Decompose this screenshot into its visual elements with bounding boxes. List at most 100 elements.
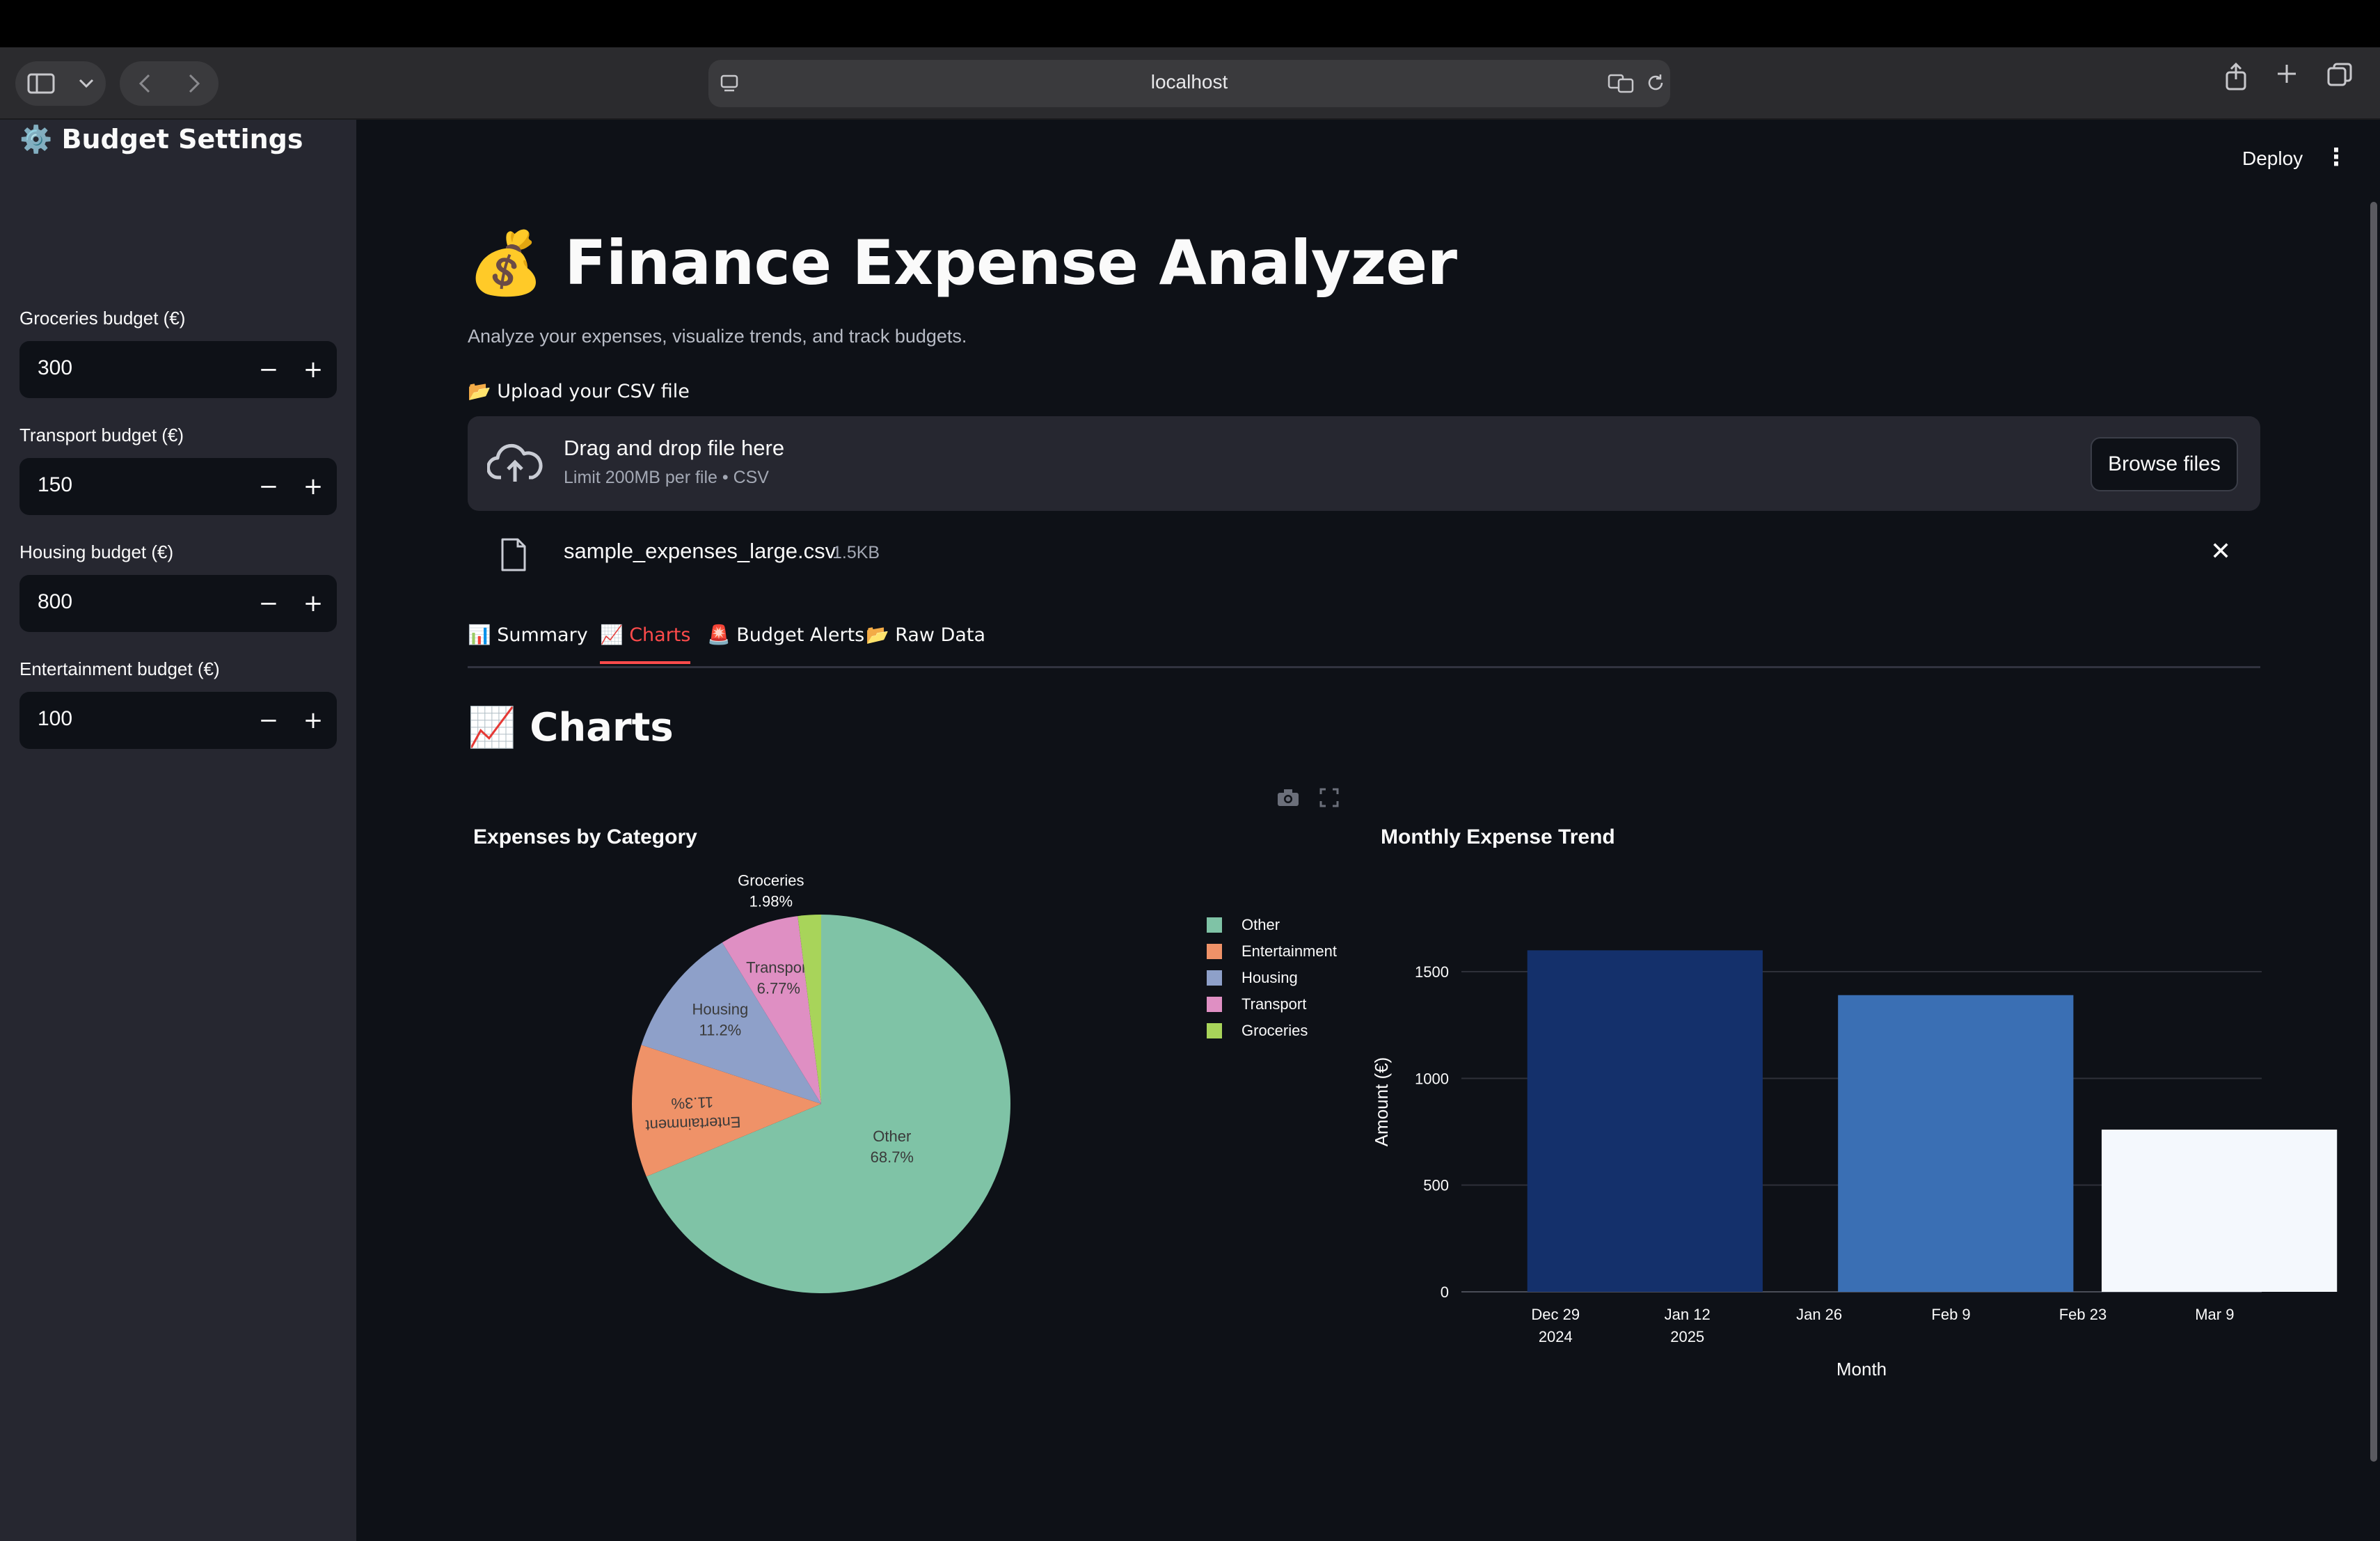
bar-0[interactable] (1527, 950, 1763, 1292)
upload-label: 📂 Upload your CSV file (468, 381, 690, 402)
groceries-budget-label: Groceries budget (€) (19, 308, 186, 329)
fullscreen-icon[interactable] (1319, 787, 1339, 813)
pie-label-percent: 1.98% (749, 893, 793, 910)
housing-increment-button[interactable]: + (294, 585, 333, 622)
transport-budget-value[interactable]: 150 (38, 473, 72, 497)
legend-item-entertainment[interactable]: Entertainment (1241, 942, 1337, 960)
page-subtitle: Analyze your expenses, visualize trends,… (468, 326, 967, 347)
back-icon[interactable] (138, 74, 150, 93)
screen-top-bar (0, 0, 2380, 47)
cloud-upload-icon (487, 443, 543, 482)
entertainment-budget-value[interactable]: 100 (38, 707, 72, 731)
x-tick-year-label: 2025 (1670, 1328, 1704, 1345)
legend-swatch-transport[interactable] (1207, 997, 1222, 1012)
transport-decrement-button[interactable]: − (249, 468, 288, 505)
groceries-budget-input[interactable]: 300 − + (19, 341, 337, 398)
bar-chart: 0 500 1000 1500 Dec 29 2024 Jan 12 2025 Jan 26 Fe… (1371, 950, 2338, 1380)
legend-item-groceries[interactable]: Groceries (1241, 1022, 1308, 1039)
dropzone-instructions: Drag and drop file here (564, 436, 785, 460)
charts-section-title: 📈 Charts (468, 705, 674, 750)
y-tick-label: 1500 (1415, 963, 1449, 981)
dropzone-limit: Limit 200MB per file • CSV (564, 468, 769, 487)
reload-icon[interactable] (1645, 72, 1666, 96)
entertainment-decrement-button[interactable]: − (249, 702, 288, 739)
url-text: localhost (1150, 71, 1228, 93)
sidebar-toggle-icon[interactable] (27, 73, 55, 94)
entertainment-increment-button[interactable]: + (294, 702, 333, 739)
tab-overview-icon[interactable] (2327, 63, 2352, 94)
entertainment-budget-label: Entertainment budget (€) (19, 658, 220, 679)
bar-2[interactable] (2102, 1129, 2338, 1292)
uploaded-file-size: 1.5KB (832, 543, 880, 562)
pie-label-name: Groceries (738, 872, 804, 890)
entertainment-budget-input[interactable]: 100 − + (19, 692, 337, 749)
forward-icon[interactable] (189, 74, 200, 93)
bar-1[interactable] (1838, 995, 2074, 1292)
y-tick-label: 1000 (1415, 1070, 1449, 1087)
camera-icon[interactable] (1276, 787, 1300, 813)
sidebar-title: ⚙️ Budget Settings (19, 124, 303, 155)
legend-item-transport[interactable]: Transport (1241, 995, 1306, 1013)
translate-icon[interactable] (1608, 72, 1635, 96)
x-tick-label: Jan 26 (1796, 1306, 1842, 1323)
groceries-budget-value[interactable]: 300 (38, 356, 72, 380)
legend-swatch-other[interactable] (1207, 917, 1222, 933)
tab-bar: 📊 Summary 📈 Charts 🚨 Budget Alerts 📂 Raw… (468, 621, 2260, 668)
browse-files-button[interactable]: Browse files (2091, 437, 2238, 491)
uploaded-file-name: sample_expenses_large.csv (564, 539, 836, 563)
share-icon[interactable] (2224, 62, 2248, 97)
sidebar-toggle-group[interactable] (15, 61, 106, 106)
pie-label-percent: 68.7% (871, 1148, 914, 1166)
x-tick-year-label: 2024 (1539, 1328, 1573, 1345)
pie-label-percent: 11.3% (671, 1093, 714, 1112)
tab-raw-data[interactable]: 📂 Raw Data (866, 624, 985, 661)
deploy-button[interactable]: Deploy (2242, 148, 2303, 170)
transport-budget-label: Transport budget (€) (19, 425, 184, 445)
pie-label-percent: 6.77% (757, 979, 800, 997)
legend-item-housing[interactable]: Housing (1241, 969, 1298, 986)
page-title: 💰 Finance Expense Analyzer (468, 227, 1457, 299)
housing-budget-label: Housing budget (€) (19, 542, 174, 562)
transport-budget-input[interactable]: 150 − + (19, 458, 337, 515)
new-tab-icon[interactable] (2276, 63, 2298, 91)
pie-label-name: Entertainment (645, 1113, 741, 1134)
pie-label-groceries: Groceries 1.98% (738, 872, 804, 910)
file-icon (501, 538, 526, 571)
file-dropzone[interactable]: Drag and drop file here Limit 200MB per … (468, 416, 2260, 511)
transport-increment-button[interactable]: + (294, 468, 333, 505)
housing-budget-value[interactable]: 800 (38, 590, 72, 614)
x-tick-label: Dec 29 (1531, 1306, 1580, 1323)
pie-label-name: Transport (746, 958, 811, 976)
legend-swatch-groceries[interactable] (1207, 1023, 1222, 1038)
legend-item-other[interactable]: Other (1241, 916, 1280, 933)
pie-label-name: Housing (692, 1000, 749, 1018)
x-axis-label: Month (1836, 1359, 1887, 1380)
pie-label-percent: 11.2% (699, 1021, 742, 1038)
x-tick-label: Jan 12 (1665, 1306, 1711, 1323)
x-tick-label: Mar 9 (2195, 1306, 2234, 1323)
housing-budget-input[interactable]: 800 − + (19, 575, 337, 632)
tab-budget-alerts[interactable]: 🚨 Budget Alerts (707, 624, 864, 661)
legend-swatch-housing[interactable] (1207, 970, 1222, 986)
pie-chart-title: Expenses by Category (473, 825, 697, 848)
address-bar[interactable]: localhost (708, 60, 1670, 107)
sidebar (0, 120, 356, 1541)
tab-charts[interactable]: 📈 Charts (600, 624, 691, 664)
groceries-decrement-button[interactable]: − (249, 351, 288, 388)
x-tick-label: Feb 9 (1931, 1306, 1970, 1323)
nav-buttons (120, 61, 219, 106)
tab-summary[interactable]: 📊 Summary (468, 624, 588, 661)
y-tick-label: 0 (1441, 1283, 1449, 1301)
remove-file-icon[interactable]: ✕ (2210, 537, 2231, 566)
browser-toolbar: localhost (0, 47, 2380, 120)
x-tick-label: Feb 23 (2059, 1306, 2107, 1323)
housing-decrement-button[interactable]: − (249, 585, 288, 622)
y-tick-label: 500 (1423, 1177, 1449, 1194)
bar-chart-title: Monthly Expense Trend (1381, 825, 1615, 848)
legend-swatch-entertainment[interactable] (1207, 944, 1222, 959)
main-menu-icon[interactable]: ⋮ (2324, 143, 2348, 171)
pie-label-name: Other (873, 1128, 911, 1145)
chevron-down-icon[interactable] (79, 79, 94, 88)
groceries-increment-button[interactable]: + (294, 351, 333, 388)
scrollbar[interactable] (2370, 202, 2377, 1462)
